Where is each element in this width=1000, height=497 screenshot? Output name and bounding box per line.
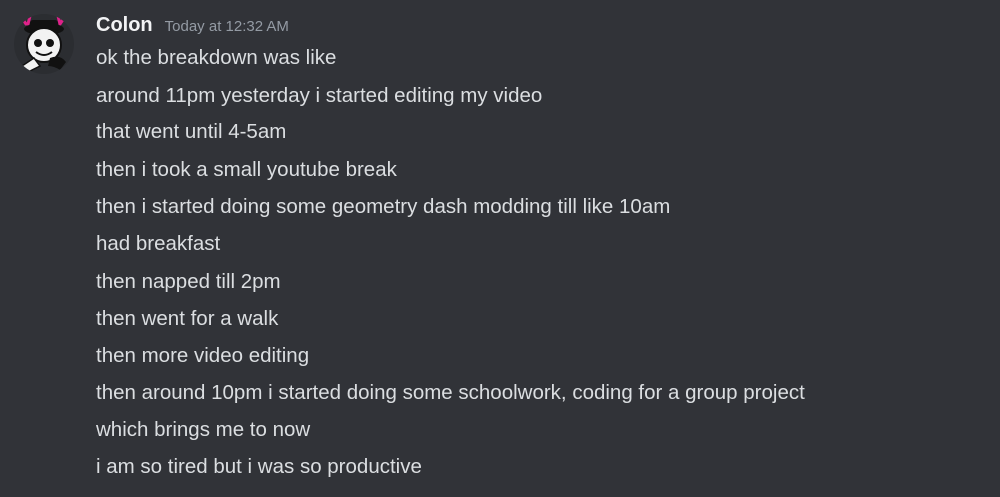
message-line: around 11pm yesterday i started editing … bbox=[96, 84, 543, 107]
message-line: then more video editing bbox=[96, 344, 310, 367]
message-line: then went for a walk bbox=[96, 307, 279, 330]
chat-message: Colon Today at 12:32 AM ok the breakdown… bbox=[0, 0, 1000, 497]
message-line: then i started doing some geometry dash … bbox=[96, 195, 671, 218]
message-line: then around 10pm i started doing some sc… bbox=[96, 381, 805, 404]
message-line: had breakfast bbox=[96, 232, 221, 255]
message-header: Colon Today at 12:32 AM bbox=[96, 14, 289, 40]
message-line: i am so tired but i was so productive bbox=[96, 455, 422, 478]
message-line: which brings me to now bbox=[96, 418, 311, 441]
message-line: that went until 4-5am bbox=[96, 120, 287, 143]
username[interactable]: Colon bbox=[96, 14, 153, 37]
message-line: ok the breakdown was like bbox=[96, 46, 337, 69]
message-line: then napped till 2pm bbox=[96, 270, 281, 293]
timestamp: Today at 12:32 AM bbox=[164, 18, 289, 35]
skull-character-avatar-icon bbox=[14, 14, 74, 74]
message-line: then i took a small youtube break bbox=[96, 158, 397, 181]
avatar[interactable] bbox=[14, 14, 74, 74]
